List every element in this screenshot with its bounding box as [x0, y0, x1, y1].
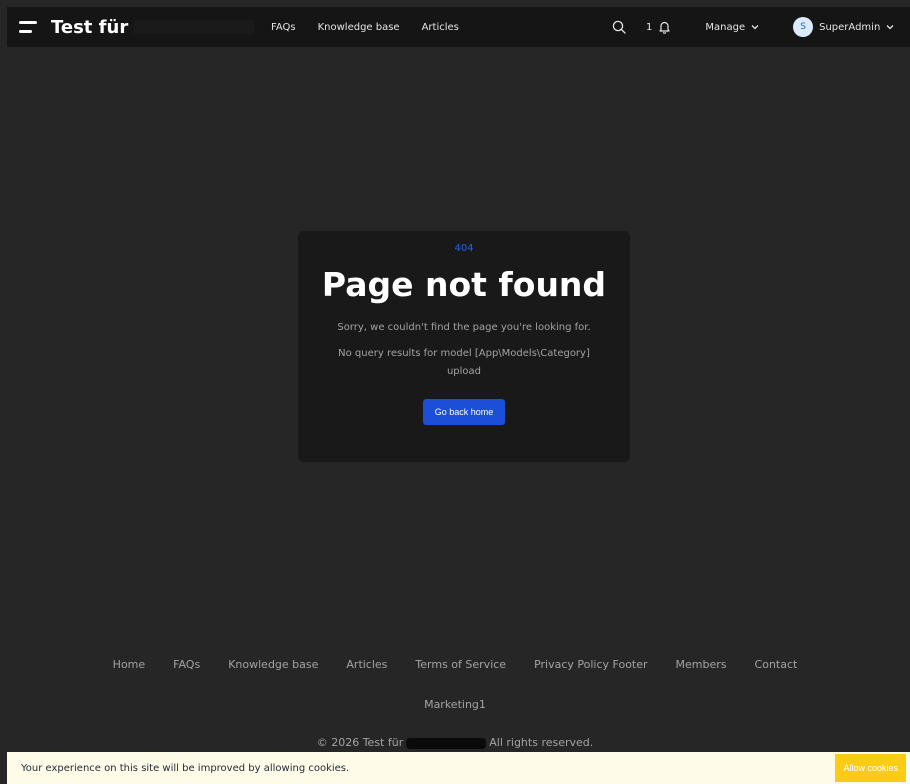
footer-link-home[interactable]: Home — [113, 658, 145, 671]
brand[interactable]: Test für — [19, 7, 255, 47]
header-tools: 1 Manage S SuperAdmin — [612, 7, 894, 47]
allow-cookies-button[interactable]: Allow cookies — [835, 754, 906, 782]
footer-link-contact[interactable]: Contact — [755, 658, 798, 671]
search-icon[interactable] — [612, 20, 626, 34]
error-card: 404 Page not found Sorry, we couldn't fi… — [298, 231, 630, 462]
copyright-suffix: All rights reserved. — [489, 736, 594, 749]
footer-link-members[interactable]: Members — [676, 658, 727, 671]
chevron-down-icon — [886, 24, 894, 30]
nav-articles[interactable]: Articles — [422, 22, 459, 33]
avatar[interactable]: S — [793, 17, 814, 37]
user-menu[interactable]: S SuperAdmin — [793, 17, 894, 37]
cookie-banner: Your experience on this site will be imp… — [7, 752, 910, 784]
cookie-message: Your experience on this site will be imp… — [21, 762, 350, 774]
copyright-prefix: © 2026 Test für — [316, 736, 404, 749]
footer-link-knowledge-base[interactable]: Knowledge base — [228, 658, 318, 671]
redacted-title-part — [134, 20, 255, 34]
notification-count: 1 — [646, 21, 653, 33]
footer-link-faqs[interactable]: FAQs — [173, 658, 200, 671]
manage-label: Manage — [705, 21, 746, 33]
copyright: © 2026 Test für All rights reserved. — [0, 736, 910, 749]
nav-knowledge-base[interactable]: Knowledge base — [318, 22, 400, 33]
redacted-text — [406, 737, 487, 749]
footer-link-terms[interactable]: Terms of Service — [415, 658, 506, 671]
go-back-home-button[interactable]: Go back home — [422, 399, 506, 425]
footer-nav-extra: Marketing1 — [0, 698, 910, 711]
chevron-down-icon — [751, 24, 759, 30]
menu-icon[interactable] — [19, 21, 37, 33]
main-nav: FAQs Knowledge base Articles — [271, 7, 481, 47]
error-title: Page not found — [321, 265, 607, 304]
error-code: 404 — [454, 243, 474, 254]
user-name: SuperAdmin — [819, 21, 881, 33]
notifications[interactable]: 1 — [646, 20, 671, 34]
footer-nav: Home FAQs Knowledge base Articles Terms … — [0, 658, 910, 671]
error-message: Sorry, we couldn't find the page you're … — [337, 322, 591, 333]
nav-faqs[interactable]: FAQs — [271, 22, 296, 33]
footer-link-privacy[interactable]: Privacy Policy Footer — [534, 658, 647, 671]
bell-icon[interactable] — [658, 20, 671, 34]
footer-link-marketing[interactable]: Marketing1 — [424, 698, 486, 711]
manage-dropdown[interactable]: Manage — [705, 22, 759, 33]
error-detail: No query results for model [App\Models\C… — [338, 348, 590, 377]
footer-link-articles[interactable]: Articles — [346, 658, 387, 671]
top-navbar: Test für FAQs Knowledge base Articles 1 … — [7, 7, 910, 47]
site-title[interactable]: Test für — [51, 17, 128, 38]
